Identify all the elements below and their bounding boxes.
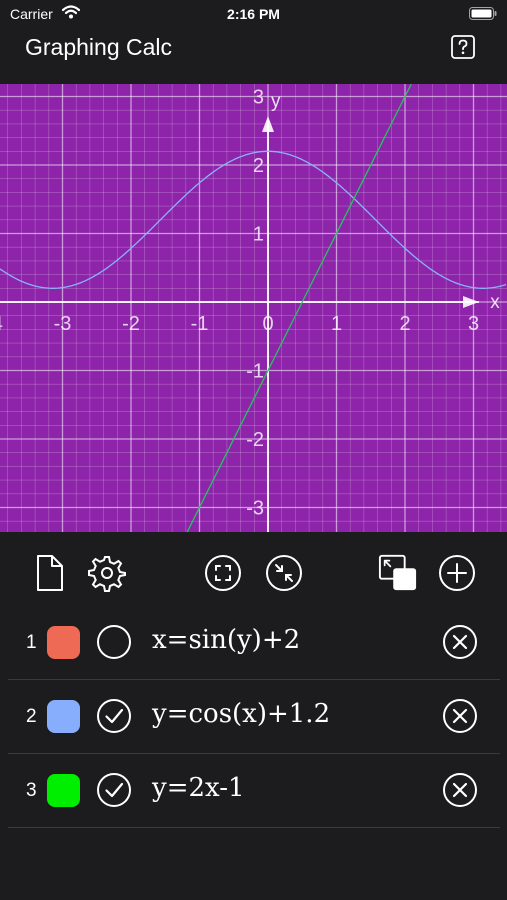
new-document-button[interactable] — [29, 553, 69, 593]
delete-equation-button[interactable] — [442, 698, 478, 734]
plus-circle-icon — [439, 555, 475, 591]
shrink-view-button[interactable] — [264, 553, 304, 593]
layers-button[interactable] — [378, 553, 418, 593]
list-item[interactable]: 2 y=cos(x)+1.2 — [8, 680, 500, 754]
y-tick-label: 2 — [253, 155, 264, 177]
help-button[interactable] — [449, 33, 477, 61]
list-item[interactable]: 3 y=2x-1 — [8, 754, 500, 828]
gear-icon — [88, 556, 126, 592]
add-equation-button[interactable] — [437, 553, 477, 593]
y-tick-label: 1 — [253, 224, 264, 246]
y-tick-label: -2 — [246, 429, 264, 451]
overlap-squares-icon — [378, 554, 417, 591]
color-swatch[interactable] — [47, 774, 80, 807]
x-tick-label: 1 — [331, 313, 342, 335]
visibility-toggle[interactable] — [96, 624, 132, 660]
settings-button[interactable] — [87, 553, 127, 593]
shrink-arrows-icon — [266, 555, 302, 591]
list-item[interactable]: 1 x=sin(y)+2 — [8, 606, 500, 680]
document-icon — [37, 555, 63, 591]
delete-equation-button[interactable] — [442, 624, 478, 660]
x-tick-label: 2 — [399, 313, 410, 335]
graph-toolbar — [0, 533, 507, 611]
equation-index: 3 — [26, 780, 37, 801]
y-tick-label: -3 — [246, 498, 264, 520]
fit-view-button[interactable] — [203, 553, 243, 593]
battery-icon — [469, 7, 497, 20]
equation-list: 1 x=sin(y)+2 2 y=cos(x)+1.2 3 y=2x-1 — [0, 606, 507, 828]
app-title: Graphing Calc — [25, 34, 173, 60]
x-axis-label: x — [490, 292, 500, 313]
status-bar: Carrier 2:16 PM — [0, 0, 507, 28]
x-tick-label: 3 — [468, 313, 479, 335]
y-tick-label: -1 — [246, 361, 264, 383]
equation-text[interactable]: y=cos(x)+1.2 — [152, 699, 330, 729]
x-tick-label: 0 — [262, 313, 273, 335]
y-tick-label: 3 — [253, 87, 264, 109]
graph-canvas[interactable]: -4 -3 -2 -1 0 1 2 3 3 2 1 -1 -2 -3 x y — [0, 84, 507, 532]
focus-frame-icon — [205, 555, 241, 591]
equation-index: 1 — [26, 632, 37, 653]
status-time: 2:16 PM — [227, 6, 280, 22]
nav-bar: Graphing Calc — [0, 28, 507, 84]
x-tick-label: -3 — [54, 313, 72, 335]
y-axis-label: y — [271, 91, 281, 112]
equation-index: 2 — [26, 706, 37, 727]
graph-plot[interactable]: -4 -3 -2 -1 0 1 2 3 3 2 1 -1 -2 -3 x y — [0, 84, 507, 532]
color-swatch[interactable] — [47, 700, 80, 733]
delete-equation-button[interactable] — [442, 772, 478, 808]
color-swatch[interactable] — [47, 626, 80, 659]
x-axis-arrow — [463, 296, 479, 308]
visibility-toggle[interactable] — [96, 698, 132, 734]
x-tick-label: -1 — [191, 313, 209, 335]
visibility-toggle[interactable] — [96, 772, 132, 808]
x-tick-label: -4 — [0, 313, 3, 335]
equation-text[interactable]: x=sin(y)+2 — [152, 625, 300, 655]
equation-text[interactable]: y=2x-1 — [152, 773, 245, 803]
x-tick-label: -2 — [122, 313, 140, 335]
